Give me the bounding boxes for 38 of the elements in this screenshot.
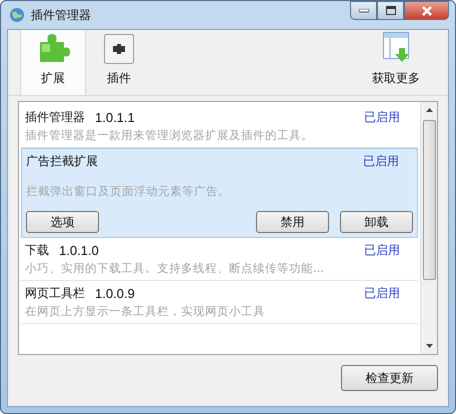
minimize-button[interactable] [350, 1, 377, 20]
extension-row[interactable]: 下载 1.0.1.0 已启用 小巧、实用的下载工具。支持多线程、断点续传等功能... [21, 238, 418, 281]
globe-icon [9, 7, 25, 23]
toolbar-tab[interactable]: 插件 [86, 30, 152, 95]
status-link[interactable]: 已启用 [364, 285, 400, 302]
extension-name: 下载 [25, 242, 49, 259]
maximize-button[interactable] [377, 1, 404, 20]
maximize-icon [386, 6, 396, 15]
close-button[interactable] [404, 1, 449, 20]
row-action-button[interactable]: 卸载 [340, 211, 413, 233]
extension-name: 网页工具栏 [25, 285, 85, 302]
minimize-icon [358, 8, 368, 12]
extension-description: 在网页上方显示一条工具栏，实现网页小工具 [25, 304, 266, 319]
scrollbar-thumb[interactable] [422, 120, 436, 280]
toolbar-tab[interactable]: 扩展 [20, 30, 86, 95]
extension-version: 1.0.1.1 [95, 110, 135, 125]
extension-row[interactable]: 网页工具栏 1.0.0.9 已启用 在网页上方显示一条工具栏，实现网页小工具 [21, 281, 418, 324]
window-title: 插件管理器 [31, 6, 91, 24]
extension-description: 插件管理器是一款用来管理浏览器扩展及插件的工具。 [25, 128, 314, 143]
scrollbar[interactable] [420, 102, 437, 354]
extension-version: 1.0.0.9 [95, 286, 135, 301]
row-action-button[interactable]: 禁用 [256, 211, 329, 233]
extension-row[interactable]: 广告拦截扩展 已启用 拦截弹出窗口及页面浮动元素等广告。 选项 禁用 卸载 [21, 148, 418, 238]
status-link[interactable]: 已启用 [364, 109, 400, 126]
extension-version: 1.0.1.0 [59, 243, 99, 258]
scroll-down-icon [426, 344, 432, 348]
status-link[interactable]: 已启用 [363, 153, 399, 170]
extension-description: 小巧、实用的下载工具。支持多线程、断点续传等功能... [25, 261, 325, 276]
close-icon [420, 6, 432, 16]
scroll-up-icon [426, 108, 432, 112]
plugin-icon [104, 34, 134, 64]
status-link[interactable]: 已启用 [364, 242, 400, 259]
extension-name: 插件管理器 [25, 109, 85, 126]
extension-name: 广告拦截扩展 [26, 153, 98, 170]
row-action-button[interactable]: 选项 [26, 211, 99, 233]
get-more-button[interactable]: 获取更多 [356, 30, 436, 95]
extension-description: 拦截弹出窗口及页面浮动元素等广告。 [26, 184, 231, 199]
check-update-button[interactable]: 检查更新 [341, 365, 438, 391]
